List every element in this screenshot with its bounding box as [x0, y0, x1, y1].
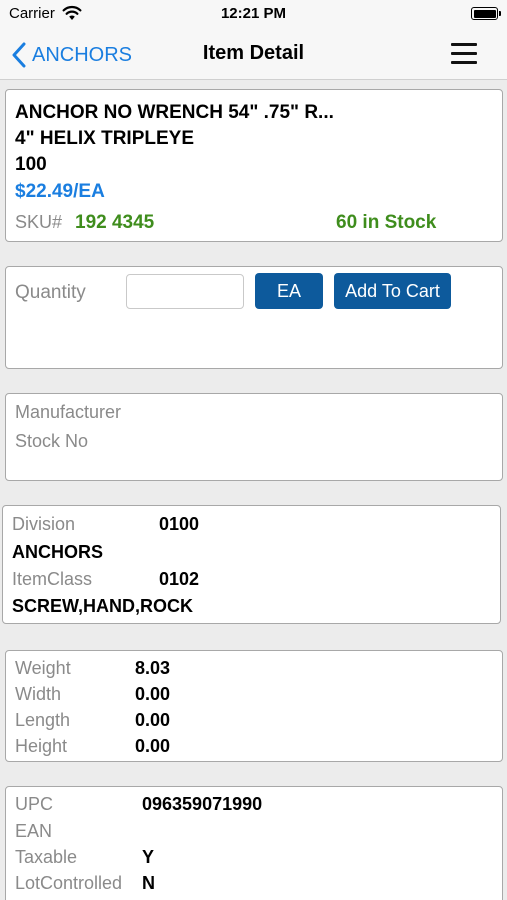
- dimensions-card: Weight 8.03 Width 0.00 Length 0.00 Heigh…: [5, 650, 503, 762]
- height-label: Height: [15, 736, 68, 756]
- stock-no-label: Stock No: [15, 431, 89, 451]
- division-name: ANCHORS: [12, 542, 104, 562]
- classification-card: Division 0100 ANCHORS ItemClass 0102 SCR…: [2, 505, 501, 624]
- item-title-line1: ANCHOR NO WRENCH 54" .75" R...: [15, 102, 334, 123]
- add-to-cart-button[interactable]: Add To Cart: [334, 273, 451, 309]
- item-price: $22.49/EA: [15, 181, 105, 202]
- item-summary-card: ANCHOR NO WRENCH 54" .75" R... 4" HELIX …: [5, 89, 503, 242]
- lot-controlled-value: N: [142, 873, 155, 893]
- manufacturer-card: Manufacturer Stock No: [5, 393, 503, 481]
- division-label: Division: [12, 514, 76, 534]
- taxable-value: Y: [142, 847, 155, 867]
- manufacturer-label: Manufacturer: [15, 402, 122, 422]
- codes-card: UPC 096359071990 EAN Taxable Y LotContro…: [5, 786, 503, 900]
- height-value: 0.00: [135, 736, 171, 756]
- item-title-line3: 100: [15, 154, 47, 175]
- division-value: 0100: [159, 514, 200, 534]
- navigation-bar: ANCHORS Item Detail: [0, 30, 507, 80]
- quantity-input[interactable]: [126, 274, 244, 309]
- sku-label: SKU#: [15, 212, 63, 232]
- clock: 12:21 PM: [220, 5, 287, 22]
- taxable-label: Taxable: [15, 847, 78, 867]
- itemclass-label: ItemClass: [12, 569, 93, 589]
- itemclass-name: SCREW,HAND,ROCK: [12, 596, 194, 616]
- lot-controlled-label: LotControlled: [15, 873, 123, 893]
- ean-label: EAN: [15, 821, 53, 841]
- item-title-line2: 4" HELIX TRIPLEYE: [15, 128, 194, 149]
- upc-value: 096359071990: [142, 794, 263, 814]
- width-label: Width: [15, 684, 62, 704]
- length-label: Length: [15, 710, 71, 730]
- upc-label: UPC: [15, 794, 54, 814]
- sku-value: 192 4345: [75, 212, 155, 233]
- status-bar: Carrier 12:21 PM: [0, 0, 507, 30]
- length-value: 0.00: [135, 710, 171, 730]
- unit-of-measure-button[interactable]: EA: [255, 273, 323, 309]
- width-value: 0.00: [135, 684, 171, 704]
- quantity-label: Quantity: [15, 282, 86, 303]
- battery-icon: [471, 7, 501, 20]
- order-card: Quantity EA Add To Cart: [5, 266, 503, 369]
- weight-label: Weight: [15, 658, 71, 678]
- weight-value: 8.03: [135, 658, 171, 678]
- page-title: Item Detail: [202, 42, 305, 64]
- hamburger-menu-icon[interactable]: [451, 43, 477, 65]
- stock-status: 60 in Stock: [336, 212, 437, 233]
- itemclass-value: 0102: [159, 569, 200, 589]
